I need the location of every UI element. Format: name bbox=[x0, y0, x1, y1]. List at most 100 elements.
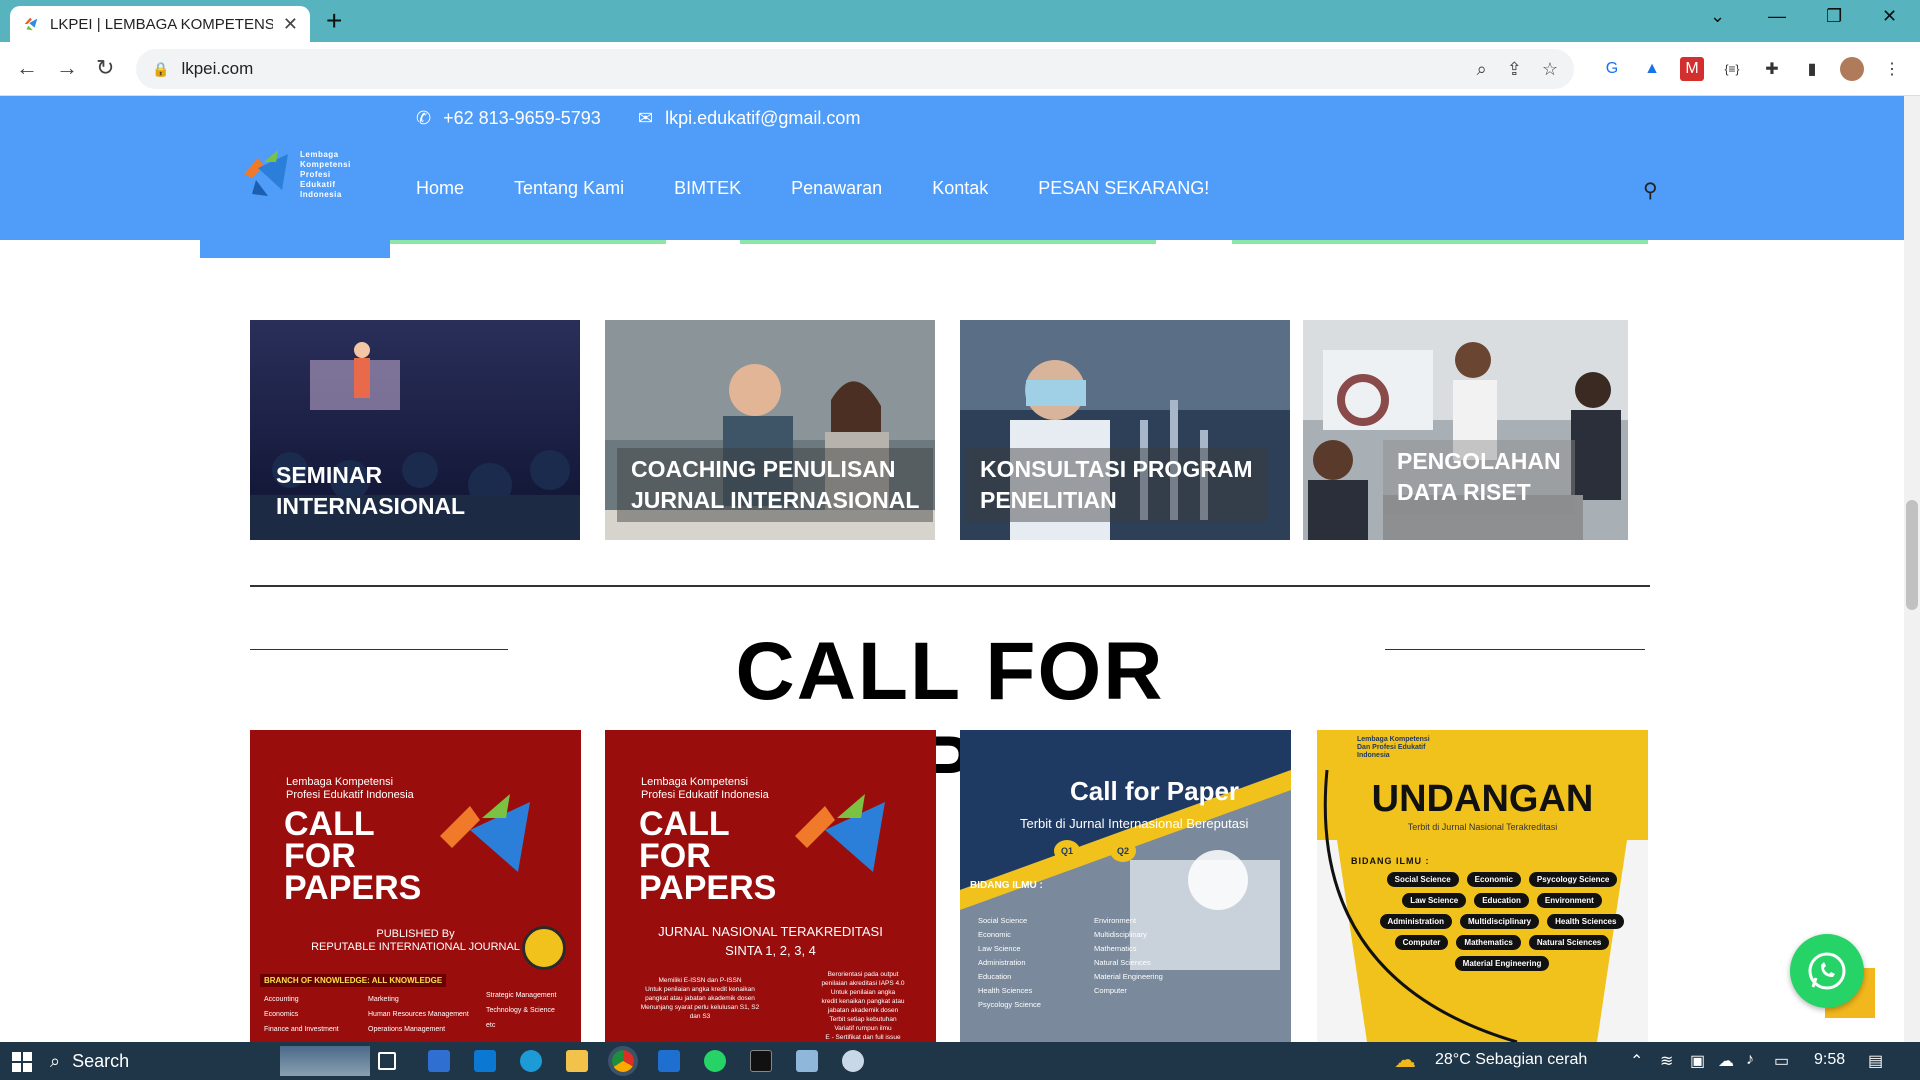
poster-national[interactable]: Lembaga Kompetensi Profesi Edukatif Indon… bbox=[605, 730, 936, 1042]
new-tab-button[interactable]: + bbox=[326, 6, 342, 36]
back-icon[interactable]: ← bbox=[16, 56, 38, 80]
accent-line bbox=[390, 240, 666, 244]
heading-line-left bbox=[250, 649, 508, 650]
extensions-puzzle-icon[interactable]: ✚ bbox=[1760, 57, 1784, 81]
nav-tentang-kami[interactable]: Tentang Kami bbox=[514, 178, 624, 199]
forward-icon[interactable]: → bbox=[56, 56, 78, 80]
tag: Material Engineering bbox=[1454, 956, 1550, 971]
terminal-icon[interactable] bbox=[750, 1050, 772, 1072]
scrollbar-thumb[interactable] bbox=[1906, 500, 1918, 610]
email-text: lkpi.edukatif@gmail.com bbox=[665, 108, 861, 128]
whatsapp-taskbar-icon[interactable] bbox=[704, 1050, 726, 1072]
weather-icon[interactable]: ☁ bbox=[1394, 1047, 1416, 1073]
poster-title: UNDANGAN bbox=[1371, 778, 1594, 820]
tag: Social Science bbox=[1386, 872, 1459, 887]
volume-icon[interactable]: ♪ bbox=[1746, 1051, 1754, 1069]
nav-penawaran[interactable]: Penawaran bbox=[791, 178, 882, 199]
nav-kontak[interactable]: Kontak bbox=[932, 178, 988, 199]
tab-close-icon[interactable]: ✕ bbox=[283, 14, 298, 35]
email-info[interactable]: ✉ lkpi.edukatif@gmail.com bbox=[638, 108, 860, 129]
url-text: lkpei.com bbox=[181, 59, 254, 78]
poster-org: Lembaga Kompetensi Dan Profesi Edukatif In… bbox=[1357, 736, 1430, 759]
mail-icon[interactable] bbox=[474, 1050, 496, 1072]
site-search-icon[interactable]: ⚲ bbox=[1643, 178, 1658, 203]
taskbar-search-label: Search bbox=[72, 1050, 130, 1071]
accent-line bbox=[1232, 240, 1648, 244]
poster-left-text: Memiliki E-ISSN dan P-ISSN Untuk penilaia… bbox=[640, 977, 760, 1020]
site-logo[interactable]: Lembaga Kompetensi Profesi Edukatif Indo… bbox=[238, 144, 351, 206]
graduation-extension-icon[interactable]: ▲ bbox=[1640, 57, 1664, 81]
reload-icon[interactable]: ↻ bbox=[96, 56, 114, 80]
task-view-icon[interactable] bbox=[378, 1052, 396, 1070]
tag: Health Sciences bbox=[1547, 914, 1625, 929]
share-icon[interactable]: ⇪ bbox=[1507, 59, 1522, 80]
poster-title: Call for Paper bbox=[1070, 776, 1240, 806]
profile-avatar[interactable] bbox=[1840, 57, 1864, 81]
poster-undangan[interactable]: Lembaga Kompetensi Dan Profesi Edukatif In… bbox=[1317, 730, 1648, 1042]
weather-text[interactable]: 28°C Sebagian cerah bbox=[1435, 1051, 1587, 1069]
file-explorer-icon[interactable] bbox=[566, 1050, 588, 1072]
service-title: COACHING PENULISAN JURNAL INTERNASIONAL bbox=[617, 448, 934, 522]
clock-time[interactable]: 9:58 bbox=[1814, 1051, 1845, 1069]
tray-chevron-icon[interactable]: ⌃ bbox=[1630, 1051, 1643, 1071]
poster-right-text: Berorientasi pada output penilaian akredi… bbox=[821, 971, 905, 1041]
tag: Computer bbox=[1394, 935, 1449, 950]
poster-title: CALL FOR PAPERS bbox=[639, 805, 777, 907]
close-window-button[interactable]: ✕ bbox=[1882, 6, 1897, 27]
main-nav: Home Tentang Kami BIMTEK Penawaran Konta… bbox=[416, 178, 1209, 199]
poster-subtitle: Terbit di Jurnal Nasional Terakreditasi bbox=[1407, 822, 1558, 832]
lock-icon[interactable]: 🔒 bbox=[152, 61, 169, 78]
nav-home[interactable]: Home bbox=[416, 178, 464, 199]
service-title: KONSULTASI PROGRAM PENELITIAN bbox=[966, 448, 1267, 522]
service-card-konsultasi[interactable]: KONSULTASI PROGRAM PENELITIAN bbox=[960, 320, 1290, 540]
windows-start-icon[interactable] bbox=[12, 1052, 32, 1072]
tag: Natural Sciences bbox=[1528, 935, 1610, 950]
json-extension-icon[interactable]: {≡} bbox=[1720, 57, 1744, 81]
nav-bimtek[interactable]: BIMTEK bbox=[674, 178, 741, 199]
poster-call-for-paper-q[interactable]: Lembaga Kompetensi Dan Profesi Edukatif In… bbox=[960, 730, 1291, 1042]
service-card-pengolahan[interactable]: PENGOLAHAN DATA RISET bbox=[1303, 320, 1628, 540]
dropbox-icon[interactable] bbox=[428, 1050, 450, 1072]
zoom-icon[interactable]: ⌕ bbox=[1477, 59, 1487, 80]
edge-icon[interactable] bbox=[520, 1050, 542, 1072]
logo-text: Lembaga Kompetensi Profesi Edukatif Indo… bbox=[300, 150, 351, 199]
poster-title: CALL FOR PAPERS bbox=[284, 805, 422, 907]
nav-pesan-sekarang[interactable]: PESAN SEKARANG! bbox=[1038, 178, 1209, 199]
menu-kebab-icon[interactable]: ⋮ bbox=[1880, 57, 1904, 81]
notification-icon[interactable]: ▤ bbox=[1868, 1051, 1883, 1071]
badge-q1: Q1 bbox=[1054, 840, 1080, 862]
poster-col1: Social Science Economic Law Science Adminis… bbox=[978, 916, 1041, 1009]
poster-subtitle: Terbit di Jurnal Internasional Bereputas… bbox=[1020, 816, 1249, 831]
whatsapp-button[interactable] bbox=[1790, 934, 1864, 1008]
phone-text: +62 813-9659-5793 bbox=[443, 108, 601, 128]
side-panel-icon[interactable]: ▮ bbox=[1800, 57, 1824, 81]
header-tab-strip bbox=[200, 240, 390, 258]
service-card-coaching[interactable]: COACHING PENULISAN JURNAL INTERNASIONAL bbox=[605, 320, 935, 540]
onedrive-icon[interactable]: ☁ bbox=[1718, 1051, 1734, 1071]
tab-title: LKPEI | LEMBAGA KOMPETENSI PROFESI EDUKA… bbox=[50, 15, 273, 33]
browser-tab[interactable]: LKPEI | LEMBAGA KOMPETENSI PROFESI EDUKA… bbox=[10, 6, 310, 42]
display-icon[interactable]: ▣ bbox=[1690, 1051, 1705, 1071]
bookmark-star-icon[interactable]: ☆ bbox=[1542, 59, 1558, 80]
translate-extension-icon[interactable]: G bbox=[1600, 57, 1624, 81]
mendeley-extension-icon[interactable]: M bbox=[1680, 57, 1704, 81]
poster-international[interactable]: Lembaga Kompetensi Profesi Edukatif Indon… bbox=[250, 730, 581, 1042]
service-card-seminar[interactable]: SEMINAR INTERNASIONAL bbox=[250, 320, 580, 540]
search-highlight-image bbox=[280, 1046, 370, 1076]
accent-line bbox=[740, 240, 1156, 244]
wifi-icon[interactable]: ≋ bbox=[1660, 1051, 1673, 1071]
phone-info[interactable]: ✆ +62 813-9659-5793 bbox=[416, 108, 601, 129]
lkpei-logo-icon bbox=[440, 794, 530, 872]
restore-button[interactable]: ❐ bbox=[1826, 6, 1842, 27]
app-icon[interactable] bbox=[842, 1050, 864, 1072]
minimize-button[interactable]: — bbox=[1768, 6, 1786, 27]
chrome-icon[interactable] bbox=[612, 1050, 634, 1072]
seal-icon bbox=[522, 926, 566, 970]
notepad-icon[interactable] bbox=[796, 1050, 818, 1072]
address-bar[interactable]: 🔒 lkpei.com ⌕ ⇪ ☆ bbox=[136, 49, 1574, 89]
outlook-icon[interactable] bbox=[658, 1050, 680, 1072]
tab-search-icon[interactable]: ⌄ bbox=[1710, 6, 1725, 27]
battery-icon[interactable]: ▭ bbox=[1774, 1051, 1789, 1071]
taskbar-search[interactable]: ⌕ Search bbox=[50, 1042, 300, 1080]
poster-org: Lembaga Kompetensi Dan Profesi Edukatif In… bbox=[1002, 740, 1075, 763]
